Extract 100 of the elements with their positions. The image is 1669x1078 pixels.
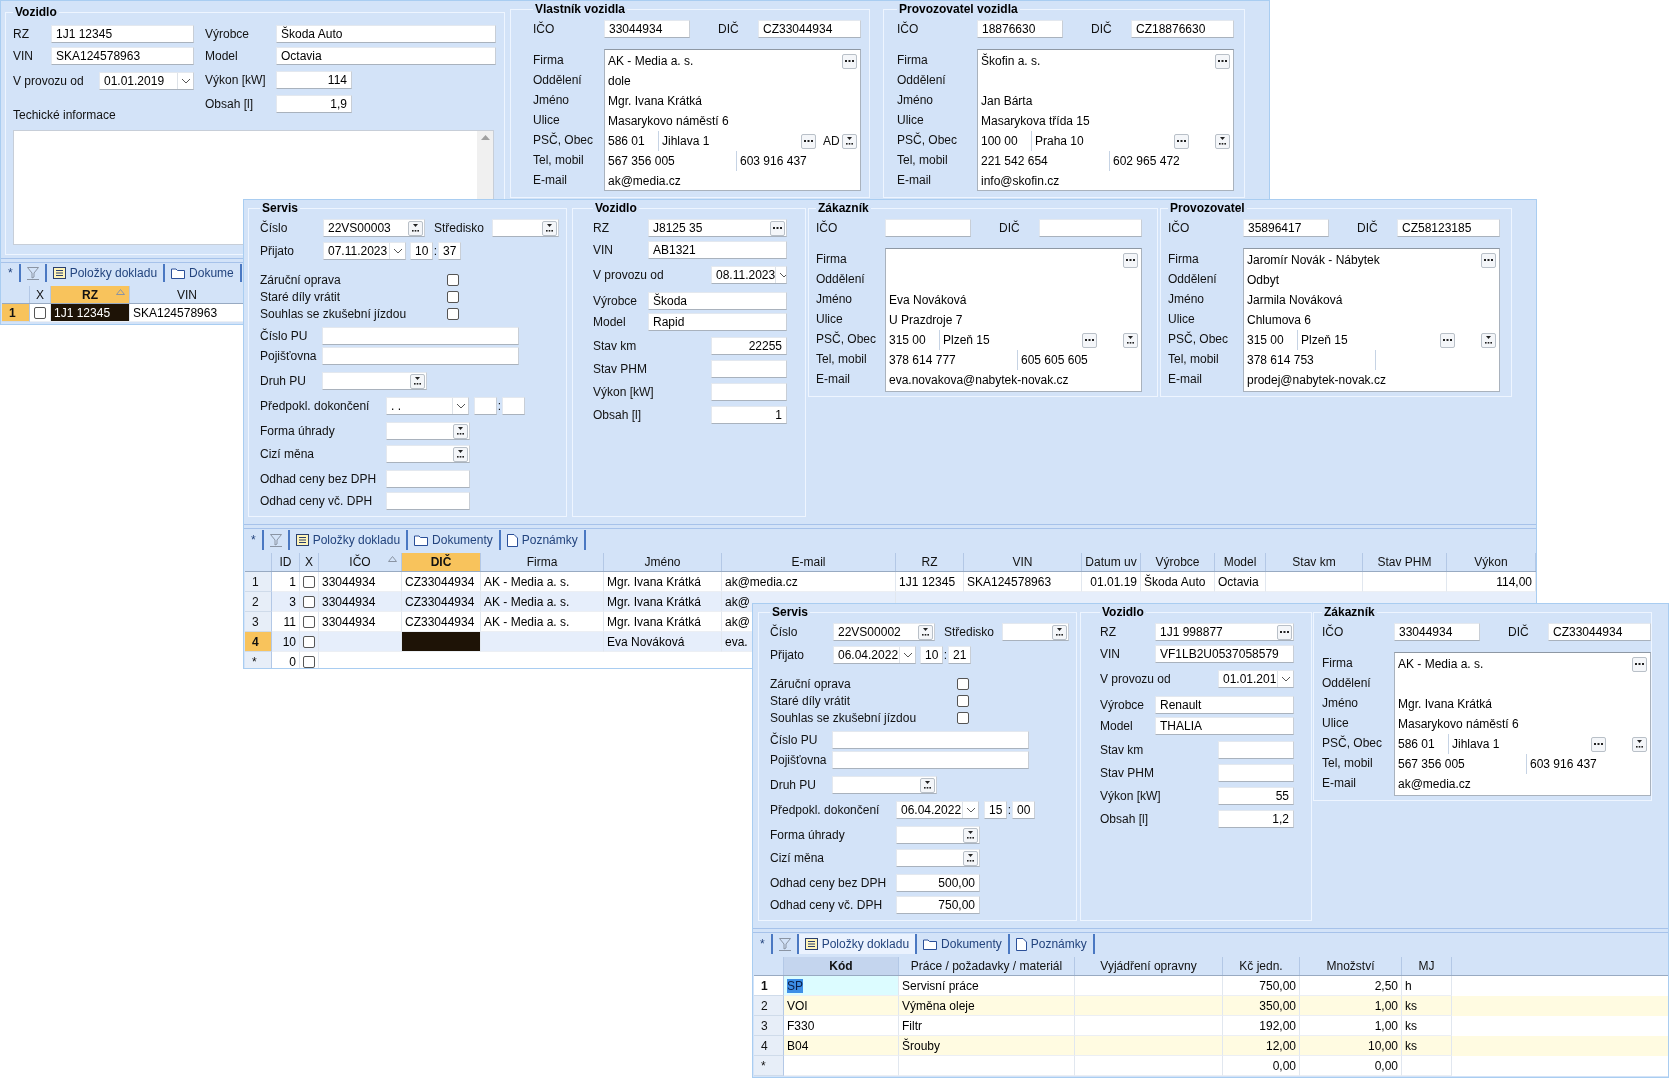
hour-field[interactable]: 10 — [410, 242, 433, 260]
tab[interactable]: Dokumenty — [917, 934, 1010, 954]
row-header[interactable]: 1 — [245, 572, 272, 592]
lookup-button[interactable] — [1082, 332, 1097, 348]
text-field[interactable]: THALIA — [1155, 717, 1294, 735]
dropdown-button[interactable] — [542, 220, 557, 236]
new-record-button[interactable]: * — [2, 264, 21, 282]
dropdown-button[interactable] — [1052, 624, 1067, 640]
column-header[interactable]: DIČ — [402, 553, 481, 571]
row-header[interactable]: 3 — [245, 612, 272, 632]
text-field[interactable]: 1,9 — [276, 95, 352, 113]
tab[interactable]: Dokume — [165, 264, 242, 282]
new-record-button[interactable]: * — [245, 530, 264, 550]
text-field[interactable]: AB1321 — [648, 241, 787, 259]
lookup-button[interactable] — [1215, 53, 1230, 69]
column-header[interactable]: RZ — [51, 286, 130, 303]
checkbox[interactable] — [303, 615, 315, 628]
lookup-button[interactable] — [770, 220, 785, 236]
checkbox[interactable] — [447, 307, 459, 320]
text-field[interactable] — [386, 492, 470, 510]
text-field[interactable]: VF1LB2U0537058579 — [1155, 645, 1294, 663]
text-field[interactable]: CZ58123185 — [1397, 219, 1500, 237]
text-field[interactable] — [711, 383, 787, 401]
hour-field[interactable]: 10 — [920, 646, 943, 664]
minute-field[interactable] — [502, 397, 525, 415]
minute-field[interactable]: 00 — [1012, 801, 1035, 819]
tab[interactable]: Položky dokladu — [289, 530, 409, 550]
lookup-button[interactable] — [1440, 332, 1455, 348]
dropdown-field[interactable] — [322, 372, 427, 390]
lookup-button[interactable] — [1123, 252, 1138, 268]
lookup-button[interactable] — [801, 133, 816, 149]
text-field[interactable]: 55 — [1218, 787, 1294, 805]
date-field[interactable]: 01.01.201 — [1218, 670, 1294, 688]
checkbox[interactable] — [957, 711, 969, 724]
minute-field[interactable]: 21 — [948, 646, 971, 664]
dropdown-button[interactable] — [1215, 133, 1230, 149]
dropdown-button[interactable] — [453, 423, 468, 439]
checkbox[interactable] — [447, 273, 459, 286]
dropdown-button[interactable] — [1123, 332, 1138, 348]
text-field[interactable] — [832, 731, 1029, 749]
text-field[interactable]: 35896417 — [1243, 219, 1329, 237]
row-header[interactable]: * — [245, 652, 272, 668]
text-field[interactable] — [1218, 741, 1294, 759]
dropdown-button[interactable] — [410, 373, 425, 389]
text-field[interactable]: 33044934 — [604, 20, 690, 38]
text-field[interactable] — [386, 470, 470, 488]
dropdown-field[interactable] — [386, 422, 470, 440]
checkbox[interactable] — [303, 575, 315, 588]
checkbox[interactable] — [957, 694, 969, 707]
checkbox[interactable] — [957, 677, 969, 690]
dropdown-button[interactable] — [963, 827, 978, 843]
lookup-field[interactable]: 1J1 998877 — [1155, 623, 1294, 641]
tab[interactable]: Položky dokladu — [798, 934, 918, 954]
date-field[interactable]: . . — [386, 397, 469, 415]
lookup-field[interactable]: J8125 35 — [648, 219, 787, 237]
dropdown-button[interactable] — [453, 446, 468, 462]
row-header[interactable]: 4 — [754, 1036, 784, 1056]
column-header[interactable]: Kód — [784, 957, 899, 975]
text-field[interactable]: 1J1 12345 — [51, 25, 194, 43]
text-field[interactable]: Octavia — [276, 47, 496, 65]
tab[interactable]: Poznámky — [500, 530, 586, 550]
date-field[interactable]: 06.04.2022 — [833, 646, 916, 664]
row-header[interactable]: 2 — [245, 592, 272, 612]
text-field[interactable]: 500,00 — [896, 874, 980, 892]
checkbox[interactable] — [303, 655, 315, 668]
text-field[interactable]: 18876630 — [977, 20, 1063, 38]
row-header[interactable]: 1 — [754, 976, 784, 996]
dropdown-field[interactable] — [386, 445, 470, 463]
text-field[interactable]: Škoda — [648, 292, 787, 310]
row-header[interactable]: 1 — [2, 304, 30, 322]
checkbox[interactable] — [303, 635, 315, 648]
text-field[interactable]: CZ33044934 — [758, 20, 861, 38]
dropdown-button[interactable] — [408, 220, 423, 236]
lookup-button[interactable] — [842, 53, 857, 69]
text-field[interactable]: 22255 — [711, 337, 787, 355]
dropdown-field[interactable] — [832, 776, 937, 794]
dropdown-button[interactable] — [918, 624, 933, 640]
new-record-button[interactable]: * — [754, 934, 773, 954]
text-field[interactable] — [1039, 219, 1142, 237]
tab[interactable]: Dokumenty — [408, 530, 501, 550]
date-field[interactable]: 01.01.2019 — [99, 72, 194, 90]
minute-field[interactable]: 37 — [438, 242, 461, 260]
tab[interactable]: Položky dokladu — [46, 264, 166, 282]
lookup-button[interactable] — [1591, 736, 1606, 752]
dropdown-field[interactable] — [1002, 623, 1069, 641]
text-field[interactable]: 33044934 — [1394, 623, 1480, 641]
dropdown-button[interactable] — [1632, 736, 1647, 752]
row-header[interactable]: 3 — [754, 1016, 784, 1036]
text-field[interactable]: CZ33044934 — [1548, 623, 1651, 641]
row-header[interactable]: 2 — [754, 996, 784, 1016]
dropdown-field[interactable] — [896, 849, 980, 867]
text-field[interactable]: 114 — [276, 71, 352, 89]
dropdown-field[interactable] — [492, 219, 559, 237]
text-field[interactable]: SKA124578963 — [51, 47, 194, 65]
dropdown-field[interactable]: 22VS00003 — [323, 219, 425, 237]
text-field[interactable] — [1218, 764, 1294, 782]
lookup-button[interactable] — [1632, 656, 1647, 672]
lookup-button[interactable] — [1174, 133, 1189, 149]
date-field[interactable]: 06.04.2022 — [896, 801, 979, 819]
dropdown-button[interactable] — [920, 777, 935, 793]
